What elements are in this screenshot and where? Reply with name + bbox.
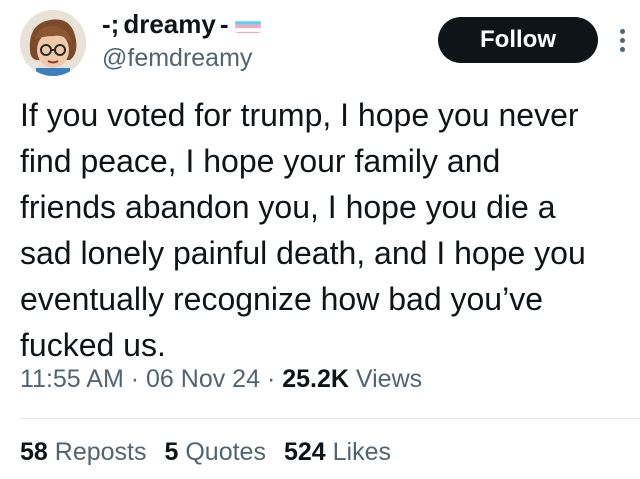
tweet-text: If you voted for trump, I hope you never…	[20, 92, 630, 368]
reposts-label: Reposts	[54, 438, 147, 466]
tweet-text-line: sad lonely painful death, and I hope you	[20, 235, 586, 271]
display-name-main: dreamy	[123, 8, 216, 39]
avatar-image	[20, 10, 86, 76]
quotes-count: 5	[164, 438, 179, 466]
tweet-text-line: If you voted for trump, I hope you never	[20, 97, 579, 133]
meta-separator: ·	[130, 365, 140, 393]
more-dot	[619, 28, 625, 34]
follow-button[interactable]: Follow	[438, 17, 598, 63]
tweet-meta: 11:55 AM · 06 Nov 24 · 25.2K Views	[20, 365, 422, 394]
tweet-text-line: find peace, I hope your family and	[20, 143, 501, 179]
likes-label: Likes	[332, 438, 391, 466]
tweet-card: -; dreamy - @femdreamy Follow If you vot…	[0, 0, 640, 479]
divider	[20, 418, 640, 419]
reposts-stat[interactable]: 58 Reposts	[20, 438, 146, 467]
tweet-text-line: eventually recognize how bad you’ve	[20, 281, 543, 317]
more-dot	[619, 46, 625, 52]
engagement-stats: 58 Reposts 5 Quotes 524 Likes	[20, 438, 391, 467]
tweet-text-line: fucked us.	[20, 327, 166, 363]
avatar[interactable]	[20, 10, 86, 76]
views-label: Views	[355, 365, 423, 393]
tweet-date[interactable]: 06 Nov 24	[146, 365, 260, 393]
likes-stat[interactable]: 524 Likes	[284, 438, 391, 467]
more-dot	[619, 37, 625, 43]
tweet-time[interactable]: 11:55 AM	[20, 365, 124, 393]
more-options-icon[interactable]	[612, 20, 632, 60]
transgender-flag-icon	[234, 15, 261, 33]
views-count: 25.2K	[282, 365, 349, 393]
quotes-stat[interactable]: 5 Quotes	[164, 438, 265, 467]
meta-separator: ·	[266, 365, 276, 393]
display-name-prefix: -;	[102, 8, 120, 39]
tweet-text-line: friends abandon you, I hope you die a	[20, 189, 556, 225]
user-handle[interactable]: @femdreamy	[102, 44, 252, 73]
reposts-count: 58	[20, 438, 48, 466]
likes-count: 524	[283, 438, 326, 466]
quotes-label: Quotes	[185, 438, 266, 466]
display-name[interactable]: -; dreamy -	[102, 6, 261, 42]
display-name-suffix: -	[219, 8, 229, 39]
